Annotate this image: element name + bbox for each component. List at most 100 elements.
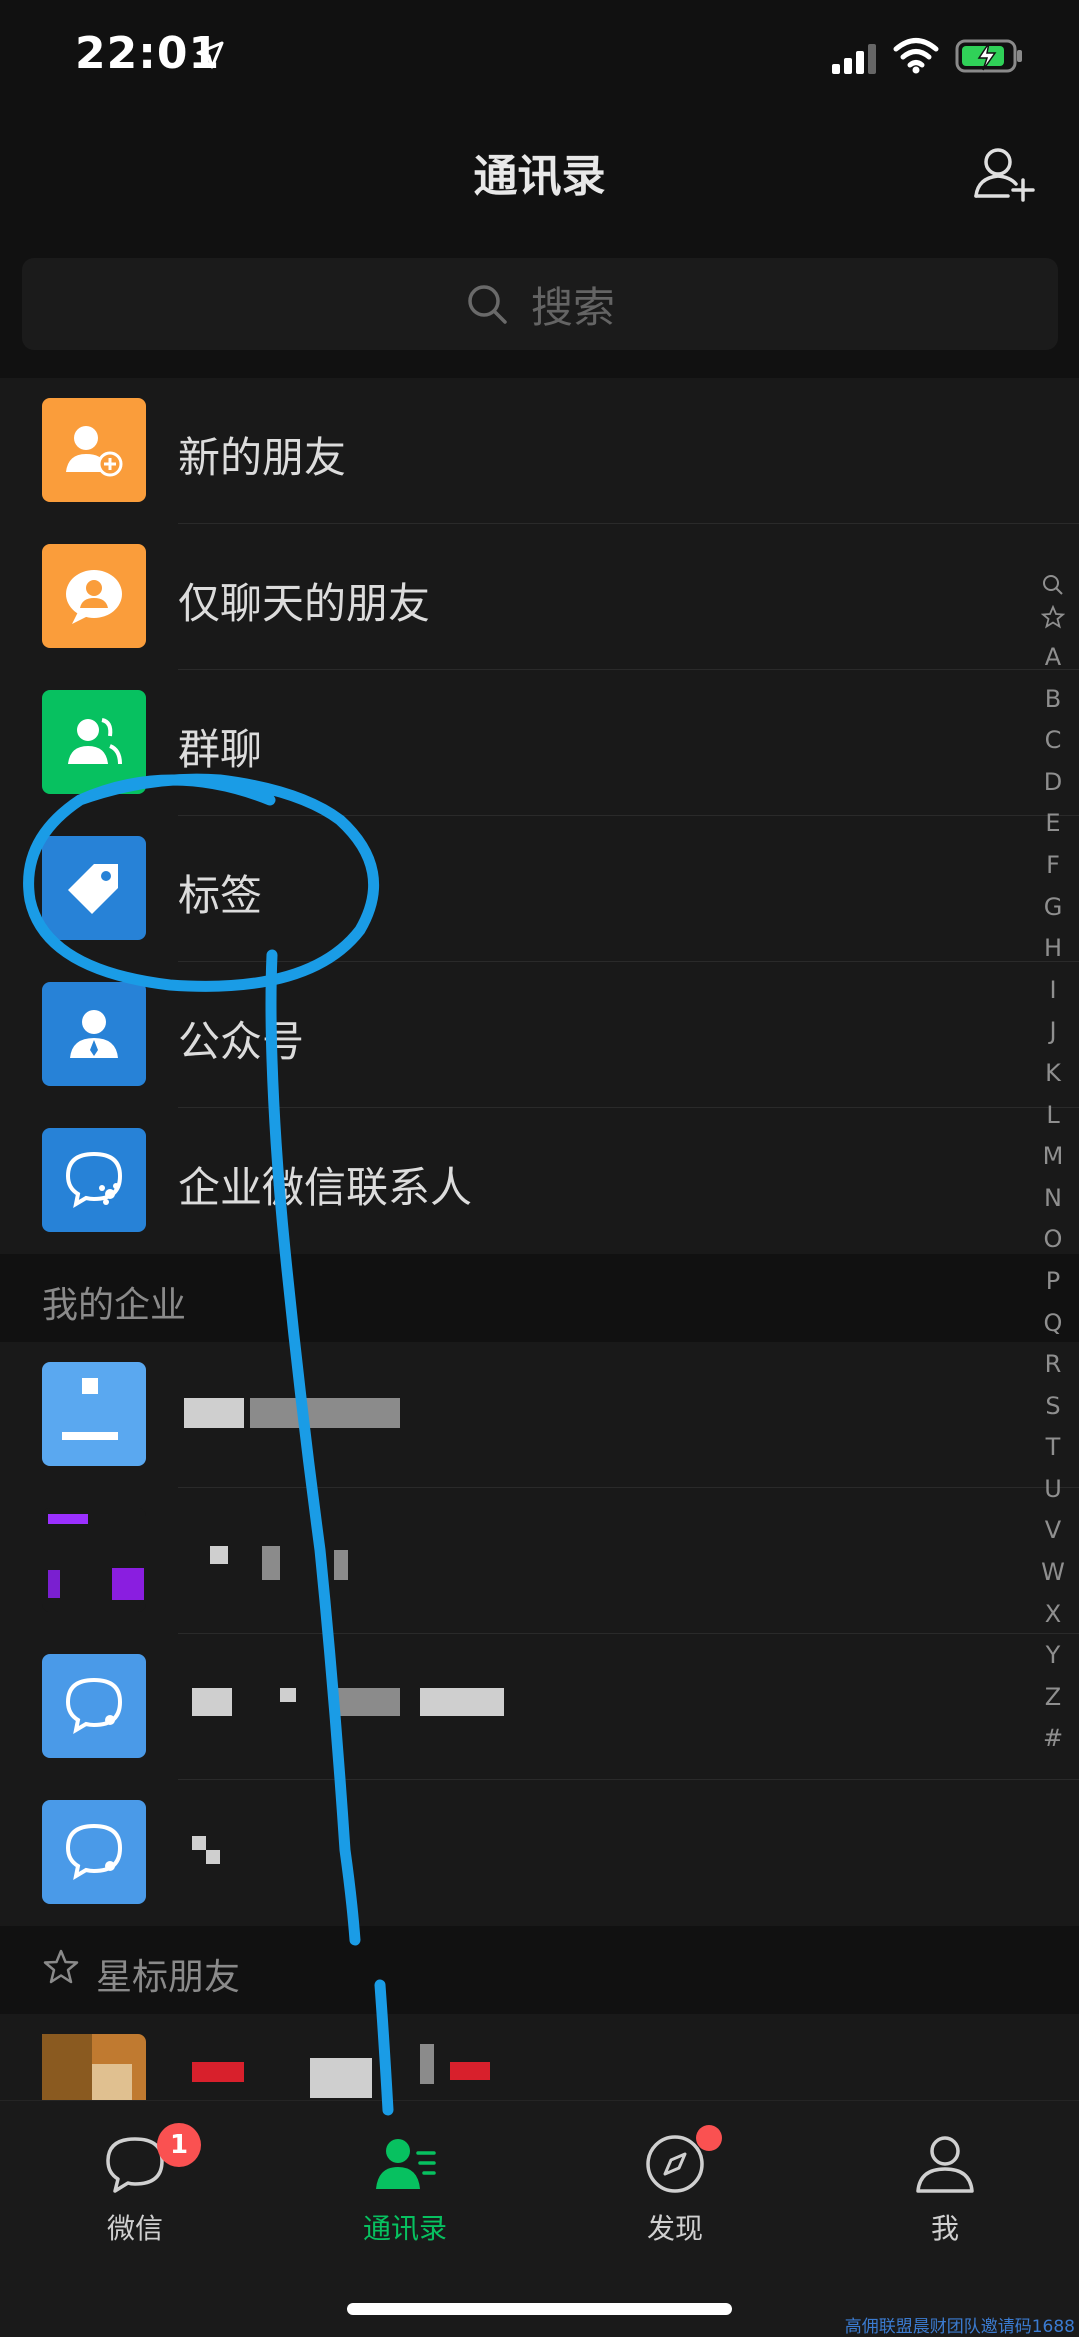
wifi-icon <box>893 38 939 74</box>
index-letter[interactable]: E <box>1038 803 1068 845</box>
redacted-name <box>192 2062 244 2082</box>
redacted-name <box>250 1398 400 1428</box>
index-letter[interactable]: T <box>1038 1427 1068 1469</box>
enterprise-avatar <box>42 1800 146 1904</box>
index-letter[interactable]: R <box>1038 1344 1068 1386</box>
index-letter[interactable]: L <box>1038 1095 1068 1137</box>
tab-label: 通讯录 <box>362 2212 447 2245</box>
tab-contacts[interactable]: 通讯录 <box>305 2131 505 2247</box>
index-letter[interactable]: Y <box>1038 1635 1068 1677</box>
official-account-icon <box>70 1010 118 1058</box>
page-title: 通讯录 <box>473 151 606 202</box>
function-label: 公众号 <box>178 1017 305 1066</box>
function-label: 标签 <box>178 871 263 920</box>
new-moments-dot <box>696 2125 722 2151</box>
index-letter[interactable]: F <box>1038 845 1068 887</box>
function-row-group-chats[interactable]: 群聊 <box>0 670 1079 816</box>
contacts-icon <box>376 2139 436 2189</box>
index-letter[interactable]: X <box>1038 1594 1068 1636</box>
enterprise-row[interactable] <box>0 1342 1079 1488</box>
index-star-icon[interactable] <box>1041 605 1065 629</box>
redacted-name <box>280 1688 296 1702</box>
star-icon <box>43 1949 79 1984</box>
search-placeholder: 搜索 <box>530 282 615 332</box>
index-letter[interactable]: P <box>1038 1261 1068 1303</box>
chat-only-friend-icon <box>66 570 122 624</box>
index-letter[interactable]: B <box>1038 679 1068 721</box>
function-row-official-accounts[interactable]: 公众号 <box>0 962 1079 1108</box>
alphabet-index[interactable]: A B C D E F G H I J K L M N O P Q R S T … <box>1038 565 1068 1760</box>
index-letter[interactable]: # <box>1038 1718 1068 1760</box>
redacted-name <box>210 1546 228 1564</box>
tab-label: 我 <box>930 2212 959 2245</box>
enterprise-avatar <box>42 1362 146 1466</box>
redacted-name <box>192 1688 232 1716</box>
index-letter[interactable]: W <box>1038 1552 1068 1594</box>
function-row-tags[interactable]: 标签 <box>0 816 1079 962</box>
wecom-icon <box>65 1677 123 1735</box>
tab-discover[interactable]: 发现 <box>575 2125 775 2247</box>
redacted-name <box>420 1688 504 1716</box>
tab-label: 发现 <box>646 2212 703 2245</box>
function-label: 企业微信联系人 <box>178 1163 473 1212</box>
enterprise-avatar <box>42 1654 146 1758</box>
index-letter[interactable]: A <box>1038 637 1068 679</box>
location-arrow-icon <box>196 41 224 69</box>
status-bar: 22:01 <box>0 0 1079 120</box>
index-letter[interactable]: V <box>1038 1510 1068 1552</box>
index-letter[interactable]: K <box>1038 1053 1068 1095</box>
tab-bar: 微信 1 通讯录 发现 我 <box>0 2100 1079 2337</box>
function-row-wecom-contacts[interactable]: 企业微信联系人 <box>0 1108 1079 1254</box>
contacts-list[interactable]: 新的朋友 仅聊天的朋友 群聊 标签 公众号 企业微信联系人 我的企业 星标朋友 <box>0 378 1079 2160</box>
index-letter[interactable]: J <box>1038 1011 1068 1053</box>
section-header-my-enterprise: 我的企业 <box>0 1254 1079 1342</box>
tab-me[interactable]: 我 <box>845 2131 1045 2247</box>
add-friend-icon <box>66 426 123 477</box>
index-letter[interactable]: M <box>1038 1136 1068 1178</box>
tab-chats[interactable]: 微信 1 <box>35 2123 235 2247</box>
redacted-name <box>420 2044 434 2084</box>
tags-avatar <box>42 836 146 940</box>
enterprise-row[interactable] <box>0 1780 1079 1926</box>
index-letter[interactable]: D <box>1038 762 1068 804</box>
function-row-chat-only-friends[interactable]: 仅聊天的朋友 <box>0 524 1079 670</box>
redacted-name <box>192 1836 206 1850</box>
index-letter[interactable]: N <box>1038 1178 1068 1220</box>
enterprise-row[interactable] <box>0 1488 1079 1634</box>
index-letter[interactable]: S <box>1038 1386 1068 1428</box>
section-label: 我的企业 <box>42 1285 187 1326</box>
redacted-name <box>184 1398 244 1428</box>
index-letter[interactable]: H <box>1038 928 1068 970</box>
index-letter[interactable]: I <box>1038 970 1068 1012</box>
index-letter[interactable]: Q <box>1038 1303 1068 1345</box>
section-header-starred: 星标朋友 <box>0 1926 1079 2014</box>
redacted-name <box>262 1546 280 1580</box>
official-account-avatar <box>42 982 146 1086</box>
cellular-signal-icon <box>832 44 876 74</box>
redacted-name <box>310 2058 372 2098</box>
index-letter[interactable]: C <box>1038 720 1068 762</box>
index-letter[interactable]: G <box>1038 887 1068 929</box>
index-letter[interactable]: U <box>1038 1469 1068 1511</box>
wecom-icon <box>65 1151 123 1209</box>
index-letter[interactable]: O <box>1038 1219 1068 1261</box>
index-letter[interactable]: Z <box>1038 1677 1068 1719</box>
redacted-name <box>330 1688 400 1716</box>
function-label: 群聊 <box>178 725 263 774</box>
add-contact-icon[interactable] <box>970 140 1040 210</box>
battery-charging-icon <box>955 39 1022 73</box>
profile-icon <box>916 2136 974 2193</box>
index-search-icon[interactable] <box>1041 573 1065 597</box>
section-label: 星标朋友 <box>96 1957 241 1998</box>
redacted-name <box>206 1850 220 1864</box>
function-row-new-friends[interactable]: 新的朋友 <box>0 378 1079 524</box>
group-chat-avatar <box>42 690 146 794</box>
enterprise-avatar <box>42 1508 146 1612</box>
wecom-icon <box>65 1823 123 1881</box>
enterprise-row[interactable] <box>0 1634 1079 1780</box>
search-bar[interactable]: 搜索 <box>22 258 1058 350</box>
group-chat-icon <box>68 718 122 765</box>
home-indicator[interactable] <box>347 2303 732 2315</box>
tab-label: 微信 <box>106 2212 163 2245</box>
function-label: 新的朋友 <box>178 433 347 482</box>
